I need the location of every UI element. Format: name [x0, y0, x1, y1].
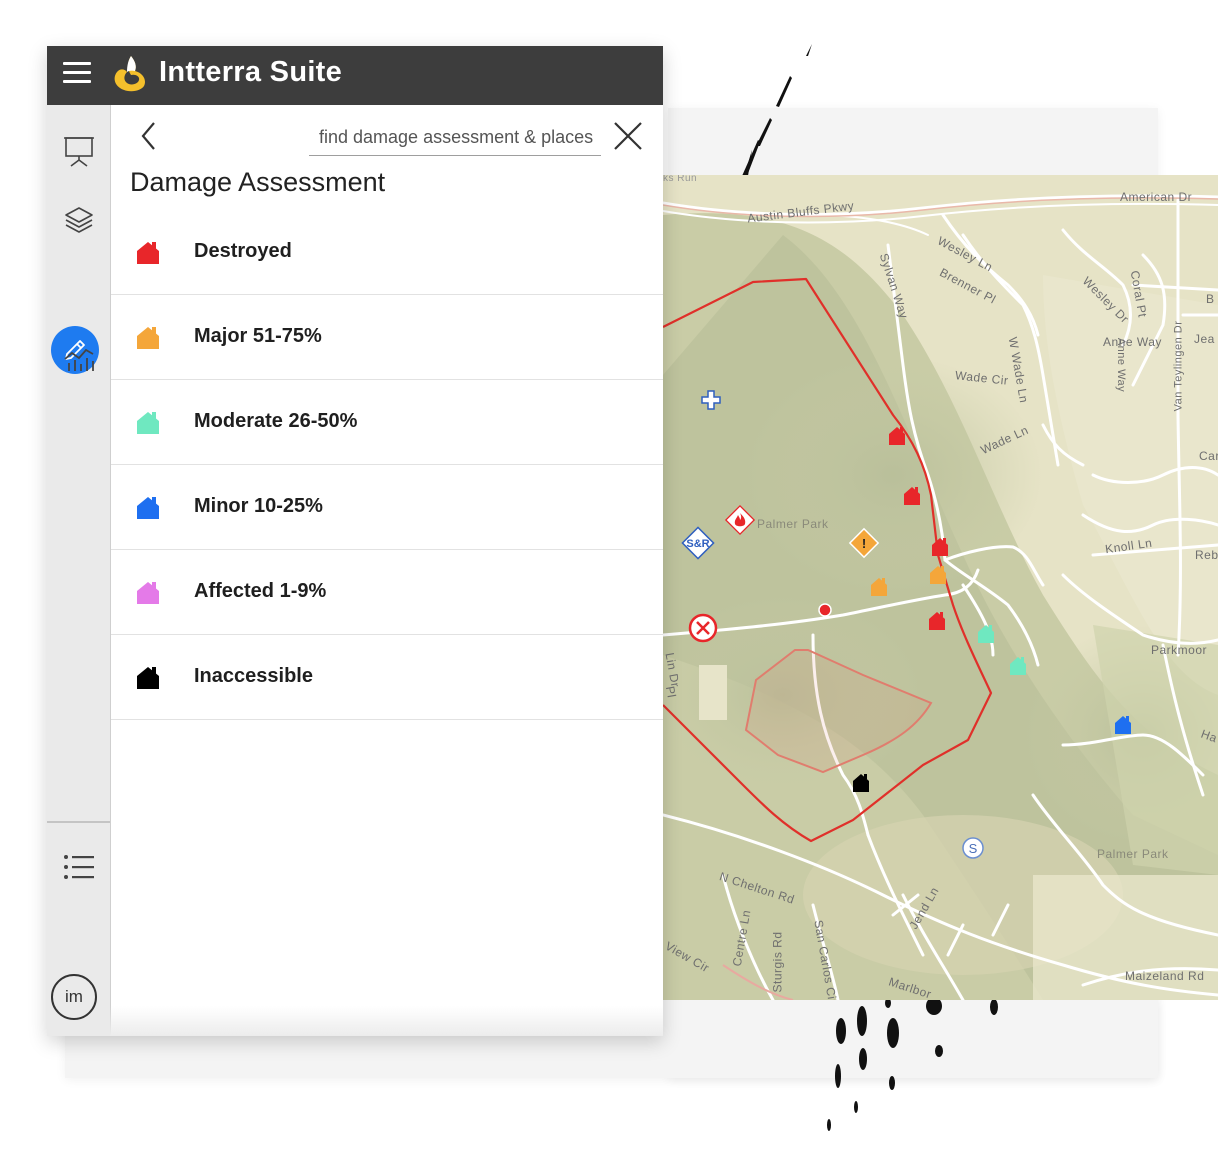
list-item-moderate[interactable]: Moderate 26-50% [111, 380, 663, 465]
map-street-label: ks Run [663, 175, 698, 184]
search-field[interactable] [309, 121, 601, 156]
damage-assessment-panel: Damage Assessment Destroyed Major 51-75%… [111, 105, 663, 1036]
map-street-label: Jea [1194, 332, 1215, 346]
top-bar: Intterra Suite [47, 46, 663, 105]
list-item-major[interactable]: Major 51-75% [111, 295, 663, 380]
map-street-label: Parkmoor [1151, 643, 1208, 657]
sidebar-divider [47, 821, 110, 823]
list-item-label: Inaccessible [194, 665, 313, 687]
avatar[interactable]: im [51, 974, 97, 1020]
close-icon[interactable] [612, 120, 644, 152]
map-view[interactable]: ks Run American Dr Austin Bluffs Pkwy We… [663, 175, 1218, 1000]
house-icon [137, 497, 159, 519]
list-icon[interactable] [59, 847, 99, 887]
map-street-label: Care [1199, 449, 1218, 463]
map-place-label: Palmer Park [1097, 847, 1169, 861]
map-street-label: Reb [1195, 548, 1218, 562]
map-place-label: Palmer Park [757, 517, 829, 531]
app-title: Intterra Suite [159, 56, 343, 88]
list-item-inaccessible[interactable]: Inaccessible [111, 635, 663, 720]
map-street-label: American Dr [1120, 190, 1193, 204]
house-icon [137, 667, 159, 689]
house-icon [137, 242, 159, 264]
list-item-label: Affected 1-9% [194, 580, 327, 602]
list-item-destroyed[interactable]: Destroyed [111, 210, 663, 295]
panel-bottom-fade [110, 1006, 663, 1036]
house-icon [137, 327, 159, 349]
list-item-minor[interactable]: Minor 10-25% [111, 465, 663, 550]
analytics-chart-icon[interactable] [59, 339, 99, 379]
map-street-label: Sturgis Rd [770, 931, 785, 993]
list-item-label: Major 51-75% [194, 325, 322, 347]
presentation-board-icon[interactable] [59, 131, 99, 171]
house-icon [137, 582, 159, 604]
list-item-affected[interactable]: Affected 1-9% [111, 550, 663, 635]
damage-category-list: Destroyed Major 51-75% Moderate 26-50% M… [111, 210, 663, 720]
map-street-label: Anne Way [1115, 337, 1128, 393]
hamburger-menu-icon[interactable] [63, 62, 91, 88]
map-street-label: Anne Way [1103, 335, 1162, 349]
map-street-label: B [1206, 292, 1215, 306]
list-item-label: Destroyed [194, 240, 292, 262]
intterra-logo-icon [114, 56, 145, 92]
left-sidebar: im [47, 105, 111, 1036]
map-street-label: Pl [663, 685, 679, 699]
app-window: Intterra Suite im find damage assessment… [47, 46, 663, 1036]
chevron-left-icon[interactable] [135, 119, 161, 153]
search-input[interactable] [309, 121, 601, 153]
map-street-label: Maizeland Rd [1125, 969, 1205, 983]
list-item-label: Moderate 26-50% [194, 410, 358, 432]
house-icon [137, 412, 159, 434]
layers-icon[interactable] [59, 200, 99, 240]
map-street-label: Van Teylingen Dr [1172, 320, 1185, 412]
list-item-label: Minor 10-25% [194, 495, 323, 517]
page-title: Damage Assessment [130, 167, 386, 197]
